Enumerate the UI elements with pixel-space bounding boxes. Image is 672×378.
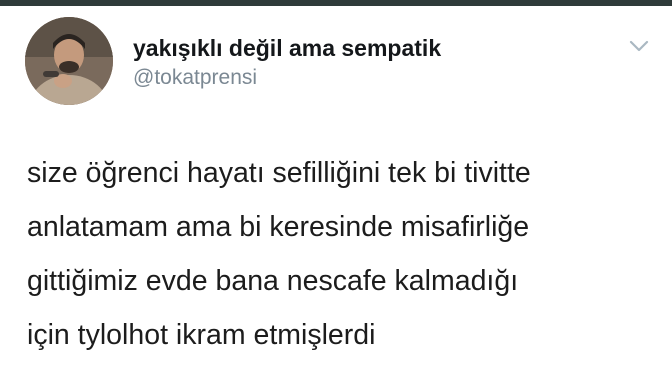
tweet-text-line: için tylolhot ikram etmişlerdi: [27, 319, 376, 351]
chevron-down-icon[interactable]: [628, 38, 650, 54]
avatar[interactable]: [25, 17, 113, 105]
profile-photo-icon: [25, 17, 113, 105]
author-display-name[interactable]: yakışıklı değil ama sempatik: [133, 34, 441, 62]
top-app-bar-strip: [0, 0, 672, 6]
tweet-text-line: gittiğimiz evde bana nescafe kalmadığı: [27, 265, 519, 297]
author-handle[interactable]: @tokatprensi: [133, 65, 441, 91]
tweet-text: size öğrenci hayatı sefilliğini tek bi t…: [27, 146, 657, 362]
tweet-text-line: anlatamam ama bi keresinde misafirliğe: [27, 211, 530, 243]
tweet-text-line: size öğrenci hayatı sefilliğini tek bi t…: [27, 157, 531, 189]
